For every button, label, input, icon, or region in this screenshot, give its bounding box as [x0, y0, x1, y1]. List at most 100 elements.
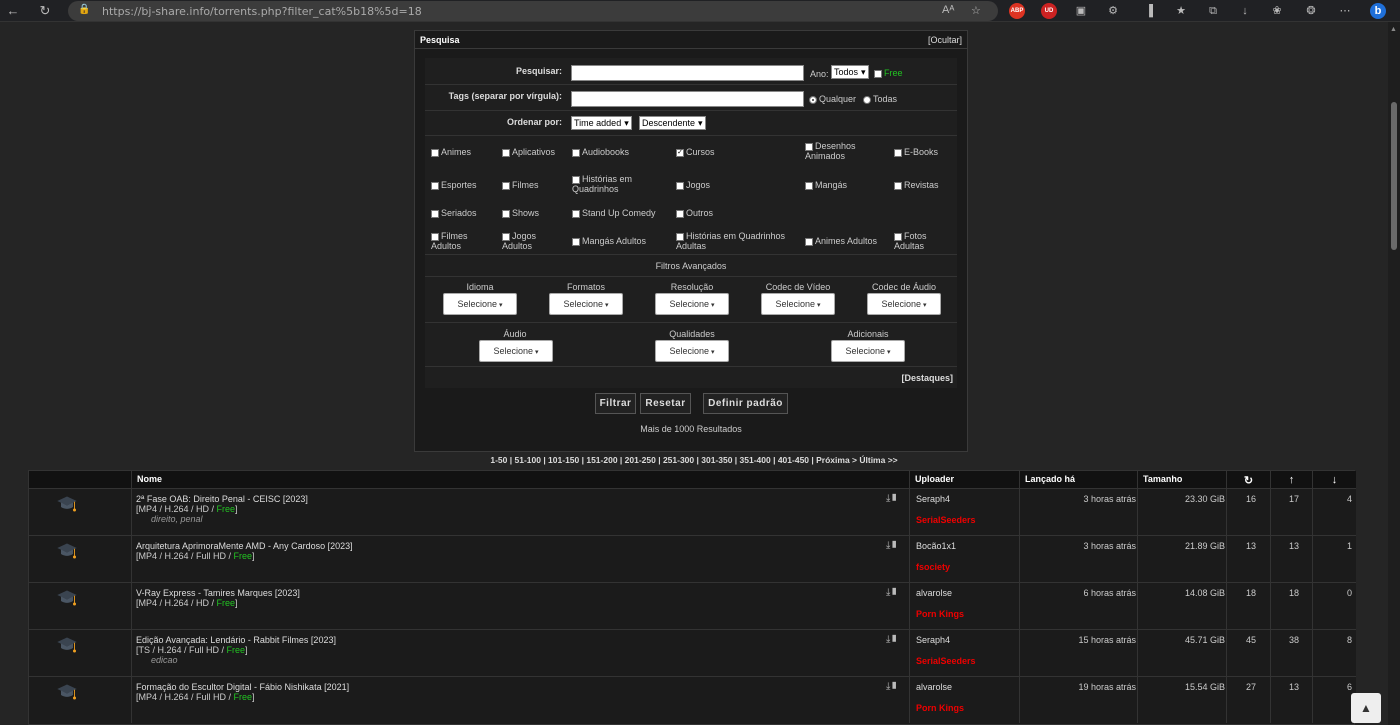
- year-select[interactable]: Todos: [831, 65, 869, 79]
- category-checkbox[interactable]: [894, 148, 902, 157]
- uploader-group[interactable]: fsociety: [916, 562, 950, 572]
- table-row[interactable]: 2ª Fase OAB: Direito Penal - CEISC [2023…: [29, 488, 1356, 535]
- filter-button[interactable]: Filtrar: [595, 393, 636, 414]
- category-checkbox[interactable]: [502, 232, 510, 241]
- scrollbar[interactable]: ▲: [1388, 22, 1400, 725]
- resolucao-dropdown[interactable]: Selecione: [655, 293, 729, 315]
- uploader-name[interactable]: alvarolse: [916, 682, 952, 692]
- torrent-title[interactable]: Formação do Escultor Digital - Fábio Nis…: [136, 682, 349, 692]
- category-checkbox[interactable]: [572, 237, 580, 246]
- split-screen-icon[interactable]: ▐: [1141, 3, 1157, 19]
- reload-icon[interactable]: ↻: [36, 2, 54, 20]
- profile-icon[interactable]: ❂: [1303, 3, 1319, 19]
- table-row[interactable]: Edição Avançada: Lendário - Rabbit Filme…: [29, 629, 1356, 676]
- torrent-title[interactable]: Arquitetura AprimoraMente AMD - Any Card…: [136, 541, 353, 551]
- collections-icon[interactable]: ⧉: [1205, 3, 1221, 19]
- category-checkbox[interactable]: [894, 232, 902, 241]
- header-released[interactable]: Lançado há: [1020, 471, 1138, 488]
- highlights-link[interactable]: [Destaques]: [901, 373, 953, 383]
- torrent-tags[interactable]: direito, penal: [151, 514, 203, 524]
- header-name[interactable]: Nome: [132, 471, 910, 488]
- uploader-name[interactable]: Bocão1x1: [916, 541, 956, 551]
- audio-dropdown[interactable]: Selecione: [479, 340, 553, 362]
- favorite-icon[interactable]: ☆: [971, 4, 981, 17]
- order-select[interactable]: Time added: [571, 116, 632, 130]
- reset-button[interactable]: Resetar: [640, 393, 691, 414]
- table-row[interactable]: V-Ray Express - Tamires Marques [2023] [M…: [29, 582, 1356, 629]
- codec-video-dropdown[interactable]: Selecione: [761, 293, 835, 315]
- tags-input[interactable]: [571, 91, 804, 107]
- idioma-dropdown[interactable]: Selecione: [443, 293, 517, 315]
- scroll-top-button[interactable]: ▲: [1351, 693, 1381, 723]
- torrent-title[interactable]: Edição Avançada: Lendário - Rabbit Filme…: [136, 635, 336, 645]
- scroll-thumb[interactable]: [1391, 102, 1397, 250]
- read-aloud-icon[interactable]: Aᴬ: [942, 4, 954, 16]
- uploader-group[interactable]: Porn Kings: [916, 703, 964, 713]
- any-radio[interactable]: [809, 95, 817, 104]
- download-icon[interactable]: ⤓▮: [886, 681, 898, 692]
- qualidades-dropdown[interactable]: Selecione: [655, 340, 729, 362]
- favorites-icon[interactable]: ★: [1173, 3, 1189, 19]
- header-uploader[interactable]: Uploader: [910, 471, 1020, 488]
- extensions-icon[interactable]: ⚙: [1105, 3, 1121, 19]
- back-icon[interactable]: ←: [4, 2, 22, 20]
- performance-icon[interactable]: ❀: [1269, 3, 1285, 19]
- adicionais-dropdown[interactable]: Selecione: [831, 340, 905, 362]
- download-icon[interactable]: ⤓▮: [886, 634, 898, 645]
- category-checkbox[interactable]: [894, 181, 902, 190]
- set-default-button[interactable]: Definir padrão: [703, 393, 788, 414]
- seeders-icon[interactable]: ↑: [1271, 471, 1313, 488]
- scroll-up-icon[interactable]: ▲: [1390, 26, 1397, 33]
- downloads-icon[interactable]: ↓: [1237, 3, 1253, 19]
- codec-audio-dropdown[interactable]: Selecione: [867, 293, 941, 315]
- category-checkbox[interactable]: [676, 209, 684, 218]
- hide-link[interactable]: [Ocultar]: [928, 35, 962, 45]
- category-checkbox[interactable]: [676, 232, 684, 241]
- header-size[interactable]: Tamanho: [1138, 471, 1227, 488]
- menu-icon[interactable]: ⋯: [1337, 3, 1353, 19]
- uploader-group[interactable]: SerialSeeders: [916, 656, 976, 666]
- table-row[interactable]: Formação do Escultor Digital - Fábio Nis…: [29, 676, 1356, 723]
- uploader-name[interactable]: Seraph4: [916, 494, 950, 504]
- category-checkbox-checked[interactable]: ✓: [676, 148, 684, 157]
- adblock-icon[interactable]: ABP: [1009, 3, 1025, 19]
- category-checkbox[interactable]: [676, 181, 684, 190]
- category-checkbox[interactable]: [502, 148, 510, 157]
- direction-select[interactable]: Descendente: [639, 116, 706, 130]
- category-checkbox[interactable]: [572, 148, 580, 157]
- search-input[interactable]: [571, 65, 804, 81]
- category-checkbox[interactable]: [431, 148, 439, 157]
- pagination[interactable]: 1-50 | 51-100 | 101-150 | 151-200 | 201-…: [0, 455, 1388, 465]
- table-row[interactable]: Arquitetura AprimoraMente AMD - Any Card…: [29, 535, 1356, 582]
- extension-icon[interactable]: ▣: [1073, 3, 1089, 19]
- snatched-icon[interactable]: ↻: [1227, 471, 1271, 488]
- category-checkbox[interactable]: [805, 142, 813, 151]
- category-checkbox[interactable]: [502, 181, 510, 190]
- category-checkbox[interactable]: [502, 209, 510, 218]
- address-bar[interactable]: 🔒 https://bj-share.info/torrents.php?fil…: [68, 1, 998, 21]
- download-icon[interactable]: ⤓▮: [886, 540, 898, 551]
- copilot-icon[interactable]: b: [1370, 3, 1386, 19]
- uploader-group[interactable]: SerialSeeders: [916, 515, 976, 525]
- download-icon[interactable]: ⤓▮: [886, 587, 898, 598]
- torrent-title[interactable]: 2ª Fase OAB: Direito Penal - CEISC [2023…: [136, 494, 308, 504]
- download-icon[interactable]: ⤓▮: [886, 493, 898, 504]
- category-checkbox[interactable]: [431, 209, 439, 218]
- torrent-title[interactable]: V-Ray Express - Tamires Marques [2023]: [136, 588, 300, 598]
- uploader-name[interactable]: alvarolse: [916, 588, 952, 598]
- leechers-icon[interactable]: ↓: [1313, 471, 1356, 488]
- formatos-dropdown[interactable]: Selecione: [549, 293, 623, 315]
- url-text[interactable]: https://bj-share.info/torrents.php?filte…: [102, 5, 422, 18]
- category-checkbox[interactable]: [431, 232, 439, 241]
- category-checkbox[interactable]: [572, 175, 580, 184]
- category-checkbox[interactable]: [805, 181, 813, 190]
- free-checkbox[interactable]: [874, 69, 882, 78]
- ublock-icon[interactable]: UD: [1041, 3, 1057, 19]
- category-checkbox[interactable]: [431, 181, 439, 190]
- all-radio[interactable]: [863, 95, 871, 104]
- category-checkbox[interactable]: [572, 209, 580, 218]
- category-checkbox[interactable]: [805, 237, 813, 246]
- uploader-group[interactable]: Porn Kings: [916, 609, 964, 619]
- uploader-name[interactable]: Seraph4: [916, 635, 950, 645]
- torrent-tags[interactable]: edicao: [151, 655, 178, 665]
